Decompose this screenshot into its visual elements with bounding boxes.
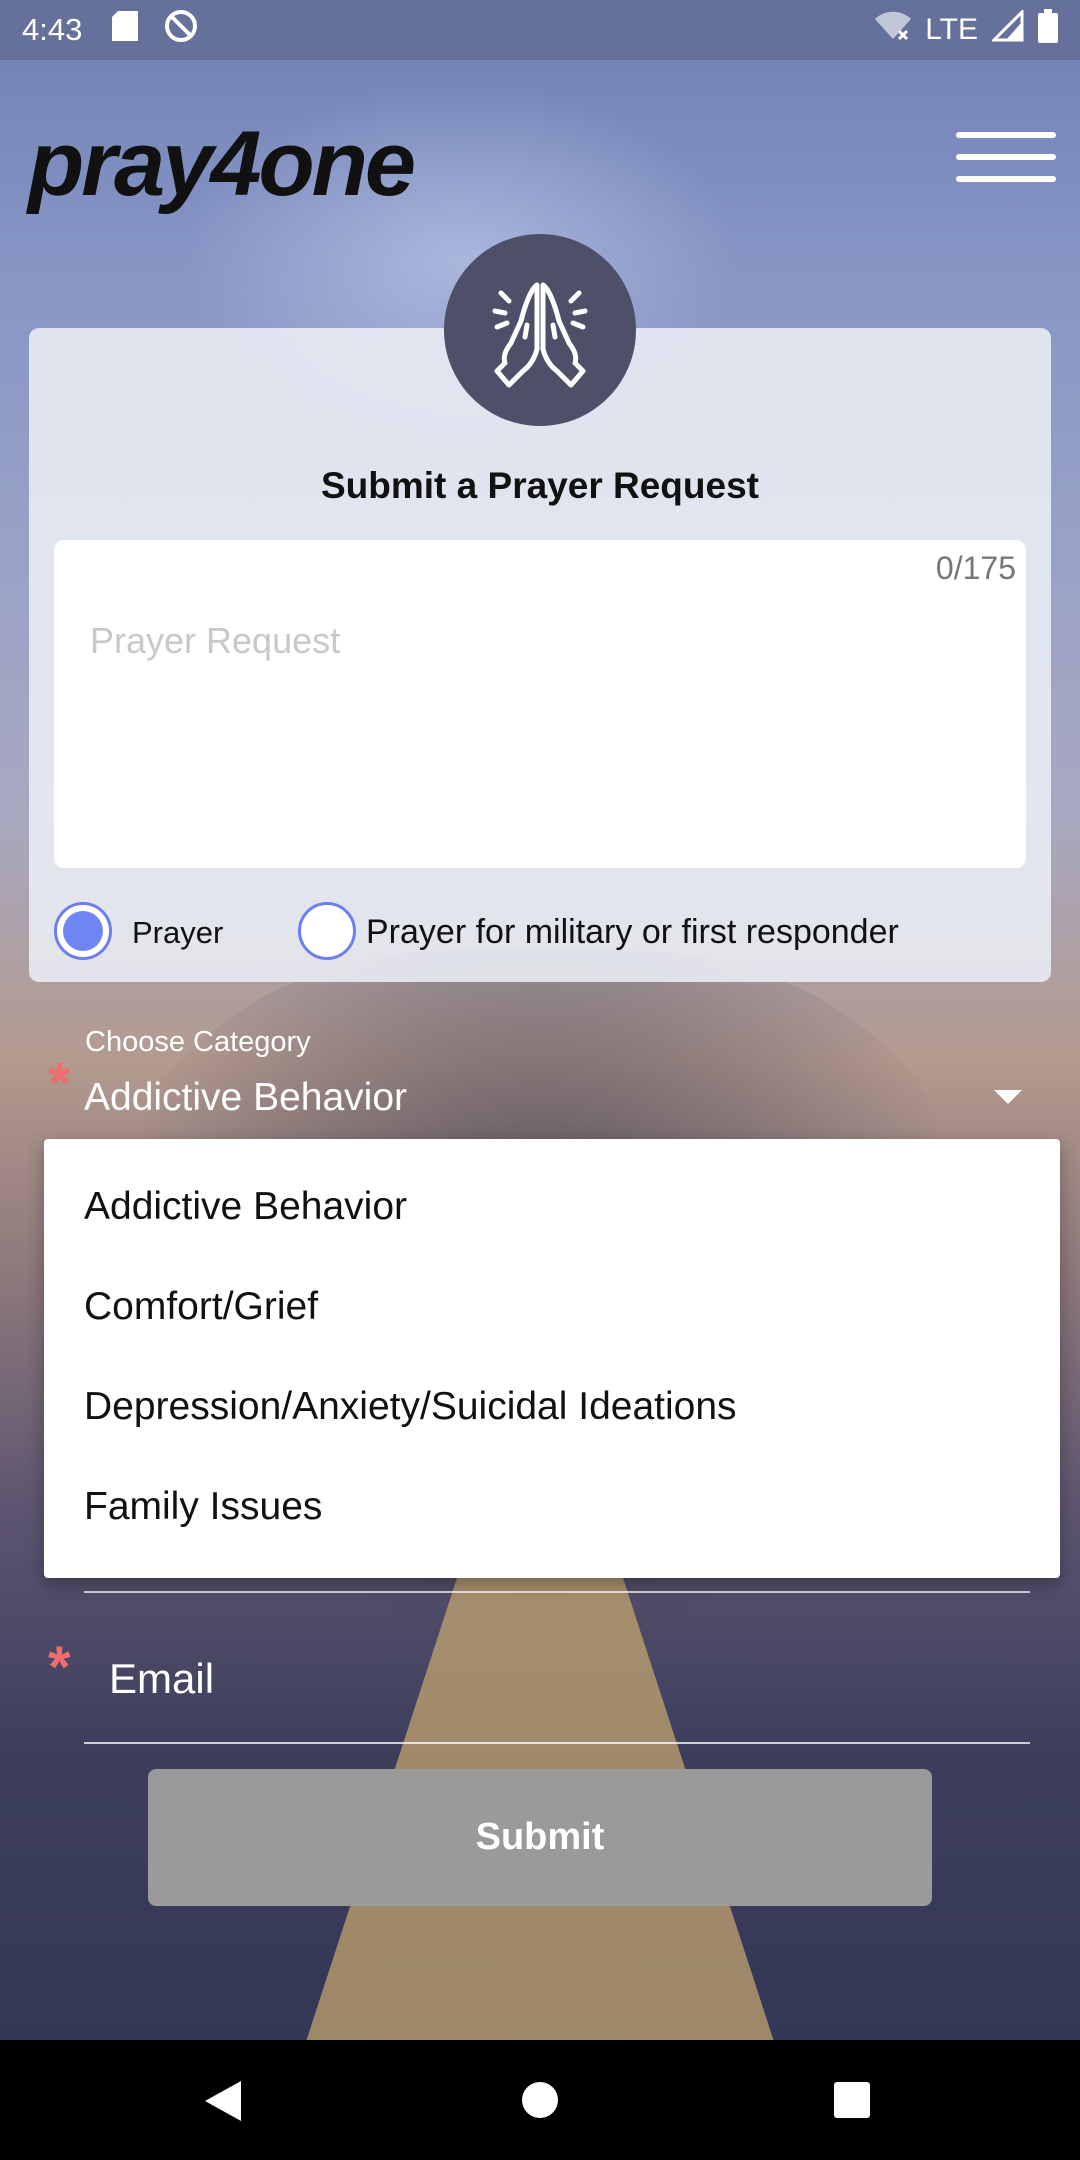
dropdown-option[interactable]: Addictive Behavior xyxy=(44,1185,1060,1285)
dropdown-option[interactable]: Family Issues xyxy=(44,1485,1060,1585)
category-dropdown-menu: Addictive Behavior Comfort/Grief Depress… xyxy=(44,1139,1060,1578)
back-icon[interactable] xyxy=(205,2081,241,2121)
signal-icon xyxy=(990,8,1024,50)
wifi-off-icon xyxy=(875,11,912,49)
status-bar: 4:43 LTE xyxy=(0,0,1080,60)
app-logo: pray4one xyxy=(28,113,416,215)
radio-prayer-label: Prayer xyxy=(132,915,224,950)
submit-button[interactable]: Submit xyxy=(148,1769,932,1906)
do-not-disturb-icon xyxy=(164,9,198,51)
field-divider xyxy=(84,1591,1030,1593)
dropdown-option[interactable]: Comfort/Grief xyxy=(44,1285,1060,1385)
prayer-request-input[interactable]: 0/175 Prayer Request xyxy=(54,540,1026,868)
email-underline xyxy=(84,1742,1030,1744)
category-select[interactable]: Addictive Behavior xyxy=(84,1076,407,1120)
dropdown-option[interactable]: Depression/Anxiety/Suicidal Ideations xyxy=(44,1385,1060,1485)
category-label: Choose Category xyxy=(85,1026,311,1058)
radio-prayer[interactable] xyxy=(54,902,112,960)
dropdown-arrow-icon[interactable] xyxy=(994,1090,1022,1104)
radio-military-label: Prayer for military or first responder xyxy=(366,913,899,951)
home-icon[interactable] xyxy=(522,2082,558,2118)
praying-hands-icon xyxy=(444,234,636,426)
battery-icon xyxy=(1038,9,1058,51)
sd-card-icon xyxy=(112,11,139,49)
category-required-mark: * xyxy=(48,1051,71,1116)
prayer-request-placeholder: Prayer Request xyxy=(90,620,341,661)
recents-icon[interactable] xyxy=(834,2082,870,2118)
character-counter: 0/175 xyxy=(935,550,1016,586)
hamburger-menu-icon[interactable] xyxy=(956,132,1056,184)
status-time: 4:43 xyxy=(22,12,83,47)
radio-military[interactable] xyxy=(298,902,356,960)
email-field[interactable]: Email xyxy=(109,1655,214,1703)
network-type: LTE xyxy=(925,13,978,46)
email-required-mark: * xyxy=(48,1635,71,1700)
card-title: Submit a Prayer Request xyxy=(321,465,759,506)
